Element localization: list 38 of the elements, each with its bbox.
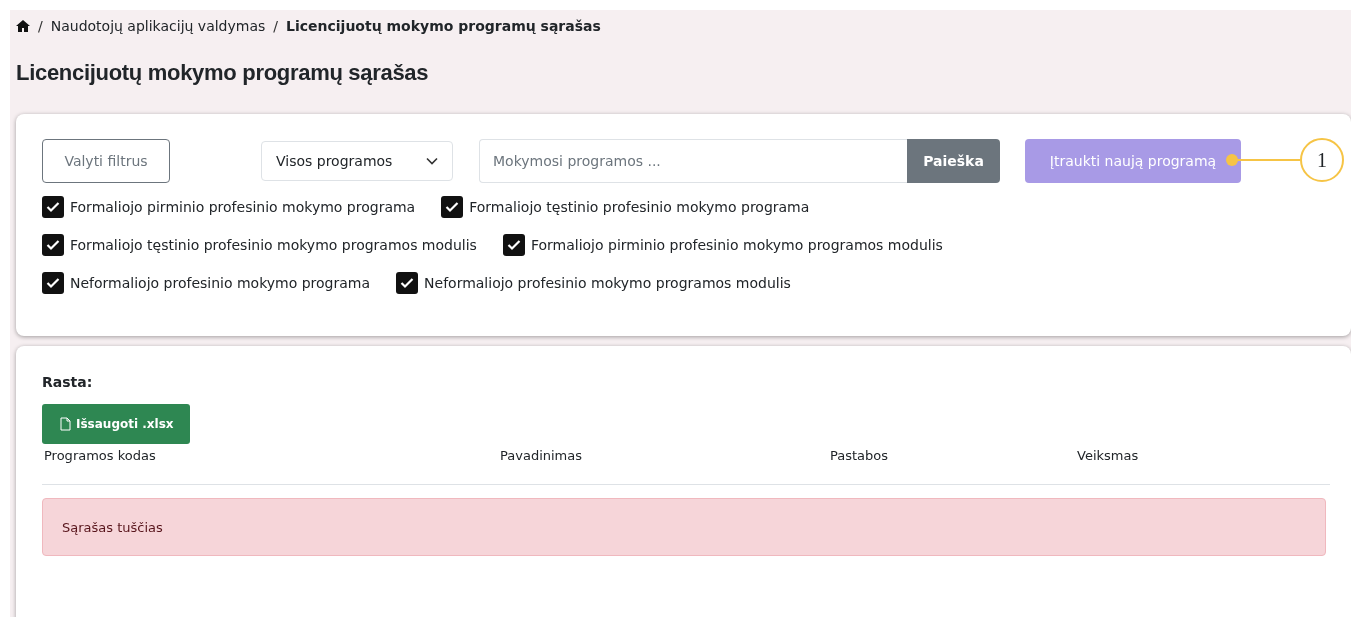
export-button[interactable]: Išsaugoti .xlsx — [42, 404, 190, 444]
checkbox[interactable] — [42, 196, 64, 218]
checkbox-label[interactable]: Neformaliojo profesinio mokymo programos modulis — [424, 275, 791, 291]
checkmark-icon — [400, 277, 415, 289]
checkbox-label[interactable]: Neformaliojo profesinio mokymo programa — [70, 275, 371, 291]
callout-marker: 1 — [1300, 138, 1344, 182]
checkmark-icon — [445, 201, 460, 213]
column-header: Programos kodas — [44, 448, 157, 463]
breadcrumb-separator: / — [38, 18, 43, 34]
breadcrumb-separator: / — [273, 18, 278, 34]
chevron-down-icon — [426, 157, 438, 165]
checkmark-icon — [46, 239, 60, 251]
checkbox[interactable] — [42, 272, 64, 294]
checkbox-label[interactable]: Formaliojo tęstinio profesinio mokymo programos modulis — [70, 237, 477, 253]
checkbox[interactable] — [42, 234, 64, 256]
program-dropdown[interactable]: Visos programos — [261, 141, 453, 181]
checkbox-label[interactable]: Formaliojo tęstinio profesinio mokymo programa — [469, 199, 810, 215]
clear-filters-button[interactable]: Valyti filtrus — [42, 139, 170, 183]
breadcrumb-current: Licencijuotų mokymo programų sąrašas — [286, 18, 601, 34]
home-icon[interactable] — [16, 20, 30, 32]
checkbox[interactable] — [502, 234, 525, 256]
search-button[interactable]: Paieška — [907, 139, 1000, 183]
checkbox-label[interactable]: Formaliojo pirminio profesinio mokymo programa — [70, 199, 416, 215]
column-header: Pavadinimas — [500, 448, 583, 463]
checkbox[interactable] — [396, 272, 419, 294]
checkmark-icon — [506, 239, 521, 251]
page-title: Licencijuotų mokymo programų sąrašas — [16, 60, 429, 86]
checkbox-label[interactable]: Formaliojo pirminio profesinio mokymo programos modulis — [530, 237, 943, 253]
checkmark-icon — [46, 277, 60, 289]
breadcrumb-link[interactable]: Naudotojų aplikacijų valdymas — [50, 18, 266, 34]
results-label: Rasta: — [42, 374, 94, 390]
column-header: Veiksmas — [1077, 448, 1140, 463]
empty-list-alert: Sąrašas tuščias — [42, 498, 1326, 556]
checkbox[interactable] — [441, 196, 464, 218]
search-field[interactable]: Mokymosi programos ... — [479, 139, 907, 183]
file-icon — [60, 417, 71, 431]
column-header: Pastabos — [830, 448, 890, 463]
checkmark-icon — [46, 201, 60, 213]
